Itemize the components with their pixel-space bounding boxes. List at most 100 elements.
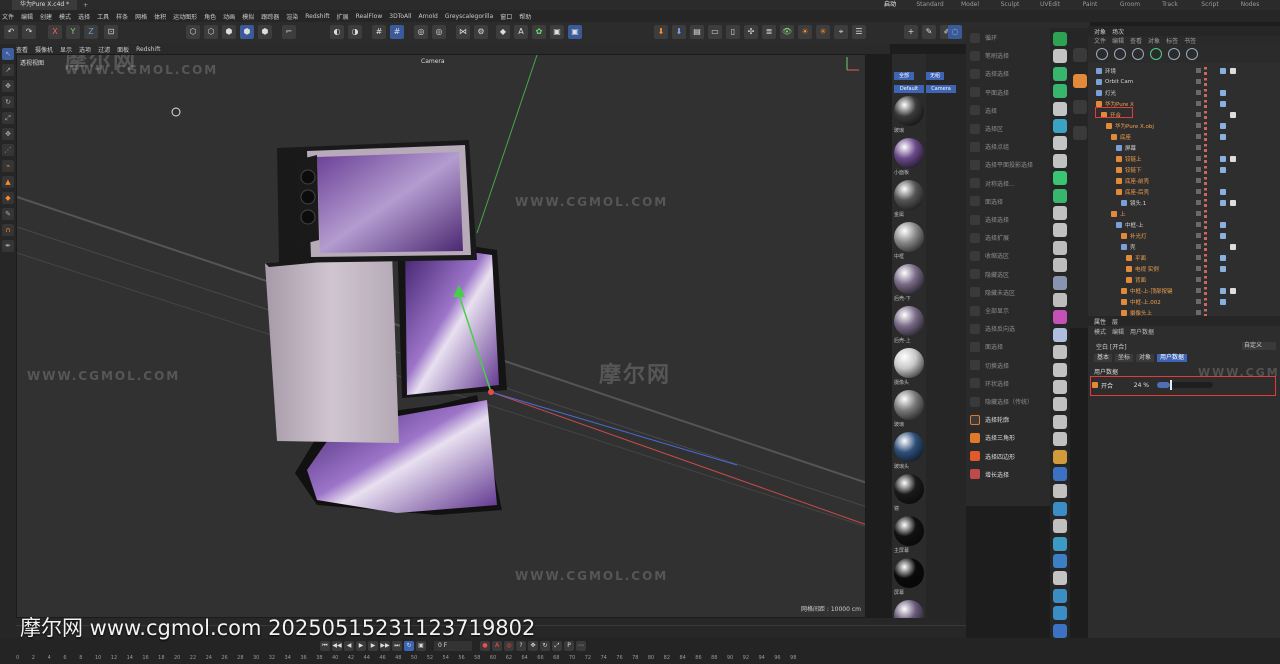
object-row[interactable]: 底座-前壳 [1088,176,1280,185]
menu-item[interactable]: 帮助 [519,12,531,21]
create-object-icon[interactable] [1053,467,1067,481]
create-object-icon[interactable] [1053,153,1067,168]
attribute-menu-item[interactable]: 用户数据 [1130,327,1154,336]
create-object-icon[interactable] [1053,49,1067,64]
create-object-icon[interactable] [1053,432,1067,447]
render-dots[interactable] [1204,66,1207,75]
menu-item[interactable]: RealFlow [356,13,383,20]
material-tag-camera[interactable]: Camera [926,85,956,93]
viewport-menu-item[interactable]: 选项 [79,45,91,54]
coordinate-system-icon[interactable]: ⊡ [104,25,118,39]
render-dots[interactable] [1204,264,1207,273]
file-tab[interactable]: 华为Pure X.c4d * [12,0,78,10]
render-dots[interactable] [1204,187,1207,196]
material-swatch[interactable] [894,348,924,378]
object-tag-icon[interactable] [1220,133,1226,140]
object-row[interactable]: 底座-后壳 [1088,187,1280,196]
points-mode-icon[interactable]: ⬡ [186,25,200,39]
scale-key-icon[interactable]: ⤢ [552,641,562,651]
render-dots[interactable] [1204,110,1207,119]
selection-tool-item[interactable]: 面选择 [970,194,1048,209]
render-dots[interactable] [1204,220,1207,229]
create-object-icon[interactable] [1053,606,1067,621]
material-filter-none[interactable]: 无组 [926,72,944,80]
object-tag-icon[interactable] [1220,199,1226,206]
create-object-icon[interactable] [1053,571,1067,586]
visibility-toggle[interactable] [1196,68,1201,73]
create-object-icon[interactable] [1053,206,1067,220]
menu-item[interactable]: 网格 [135,12,147,21]
material-tag-default[interactable]: Default [894,85,924,93]
paint-brush-icon[interactable]: ✎ [2,208,14,220]
sun-icon[interactable]: ☀ [798,25,812,39]
visibility-toggle[interactable] [1196,123,1201,128]
menu-item[interactable]: 模式 [59,12,71,21]
object-tag-icon[interactable] [1220,287,1226,294]
object-row[interactable]: 屏幕 [1088,143,1280,152]
create-object-icon[interactable] [1053,84,1067,99]
object-row[interactable]: 铰链下 [1088,165,1280,174]
live-selection-icon[interactable]: ↗ [2,64,14,76]
snap-icon[interactable]: # [372,25,386,39]
knife-icon[interactable]: ⌁ [2,160,14,172]
burst-icon[interactable]: ✳ [816,25,830,39]
viewport-menu-item[interactable]: 过滤 [98,45,110,54]
visibility-toggle[interactable] [1196,156,1201,161]
selection-tool-item[interactable]: 面选择 [970,339,1048,354]
menu-item[interactable]: 窗口 [500,12,512,21]
create-object-icon[interactable] [1053,327,1067,342]
selection-tool-item[interactable]: 选择点组 [970,139,1048,154]
render-dots[interactable] [1204,121,1207,130]
material-swatch[interactable] [894,474,924,504]
visibility-toggle[interactable] [1196,145,1201,150]
greyscalegorilla-icon[interactable]: ✿ [532,25,546,39]
record-icon[interactable]: ● [480,641,490,651]
next-key-icon[interactable]: ▶▶ [380,641,390,651]
visibility-toggle[interactable] [1196,189,1201,194]
layout-tab[interactable]: Sculpt [990,0,1030,10]
measure-icon[interactable]: ⋰ [2,144,14,156]
object-row[interactable]: 灯光 [1088,88,1280,97]
attribute-subtab[interactable]: 用户数据 [1157,354,1188,362]
menu-item[interactable]: 样条 [116,12,128,21]
visibility-toggle[interactable] [1196,200,1201,205]
move-icon[interactable]: ✥ [2,80,14,92]
render-dots[interactable] [1204,286,1207,295]
magnet-tool-icon[interactable]: ∩ [2,224,14,236]
material-swatch[interactable] [894,516,924,546]
selection-tool-item[interactable]: 循环 [970,30,1048,45]
create-object-icon[interactable] [1053,258,1067,273]
selection-tool-item[interactable]: 隐藏选择（传统） [970,394,1048,409]
material-swatch[interactable] [894,432,924,462]
selection-tool-item[interactable]: 环状选择 [970,376,1048,391]
visibility-toggle[interactable] [1196,178,1201,183]
layout-tab[interactable]: Script [1190,0,1230,10]
render-dots[interactable] [1204,231,1207,240]
material-swatch[interactable] [894,264,924,294]
object-manager-tab[interactable]: 场次 [1112,27,1124,36]
visibility-toggle[interactable] [1196,310,1201,315]
document-icon[interactable]: ▯ [726,25,740,39]
filter-icon[interactable] [1114,48,1126,60]
create-object-icon[interactable] [1053,136,1067,151]
material-swatch[interactable] [894,390,924,420]
green-layer-icon[interactable] [1150,48,1162,60]
selection-tool-item[interactable]: 平面选择 [970,85,1048,100]
object-row[interactable]: 底座 [1088,132,1280,141]
menu-item[interactable]: 选择 [78,12,90,21]
edit-pencil-icon[interactable]: ✎ [922,25,936,39]
object-tag-icon[interactable] [1220,265,1226,272]
object-row[interactable]: 壳 [1088,242,1280,251]
visibility-toggle[interactable] [1196,112,1201,117]
selection-tool-item[interactable]: 笔刷选择 [970,48,1048,63]
visibility-toggle[interactable] [1196,233,1201,238]
axis-x-toggle[interactable]: X [48,25,62,39]
object-tag-icon[interactable] [1220,166,1226,173]
render-dots[interactable] [1204,297,1207,306]
create-object-icon[interactable] [1053,240,1067,255]
new-tab-button[interactable]: + [83,2,88,9]
layout-tab[interactable]: Track [1150,0,1190,10]
object-row[interactable]: 中框-上-顶部按键 [1088,286,1280,295]
menu-item[interactable]: 体积 [154,12,166,21]
sort-icon[interactable] [1186,48,1198,60]
